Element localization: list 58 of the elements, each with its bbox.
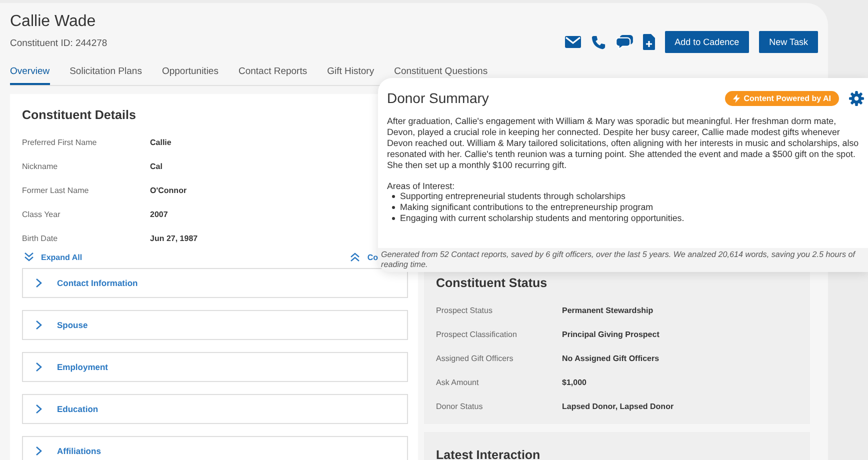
bullet-icon xyxy=(392,217,395,220)
field-label: Former Last Name xyxy=(22,186,90,194)
interest-item: Supporting entrepreneurial students through scholarships xyxy=(400,191,626,202)
field-value: Permanent Stewardship xyxy=(562,306,654,314)
field-value: O'Connor xyxy=(150,186,187,194)
add-document-icon[interactable] xyxy=(642,34,655,50)
double-chevron-down-icon xyxy=(24,252,34,262)
field-value: Callie xyxy=(150,138,172,146)
field-label: Class Year xyxy=(22,210,62,218)
field-value: Jun 27, 1987 xyxy=(150,234,198,242)
field-label: Ask Amount xyxy=(436,378,480,386)
accordion-section[interactable]: Education xyxy=(22,394,408,424)
field-value: 2007 xyxy=(150,210,168,218)
field-label: Prospect Classification xyxy=(436,330,518,338)
field-value: Principal Giving Prospect xyxy=(562,330,660,338)
phone-icon[interactable] xyxy=(590,34,606,50)
interest-item: Making significant contributions to the entrepreneurship program xyxy=(400,202,654,213)
summary-paragraph: After graduation, Callie's engagement with William & Mary was sporadic but meaningful. Her freshman dorm mate, Devon, played a crucial role in keeping her connected. Despite her busy career, Callie made modest gifts whenever Devon reached out. William & Mary tailored solicitations, often aligning with her interests in music and scholarships, also resonated with her. Callie's tenth reunion was a turning point. She attended the event and made a $500 gift on the spot. She then set up a monthly $100 recurring gift. xyxy=(387,116,860,171)
field-label: Nickname xyxy=(22,162,59,170)
accordion-section[interactable]: Contact Information xyxy=(22,268,408,298)
constituent-id: Constituent ID: 244278 xyxy=(10,38,108,49)
tab[interactable]: Contact Reports xyxy=(238,63,308,85)
field-label: Donor Status xyxy=(436,402,484,410)
bullet-icon xyxy=(392,206,395,209)
field-value: Lapsed Donor, Lapsed Donor xyxy=(562,402,674,410)
email-icon[interactable] xyxy=(564,36,581,48)
collapse-all-link[interactable]: Co xyxy=(367,252,378,262)
tab[interactable]: Opportunities xyxy=(162,63,218,85)
section-title: Constituent Status xyxy=(436,276,548,290)
constituent-name: Callie Wade xyxy=(10,13,97,31)
popup-title: Donor Summary xyxy=(387,90,490,106)
accordion-section[interactable]: Affiliations xyxy=(22,436,408,460)
double-chevron-up-icon xyxy=(350,252,360,262)
section-title: Latest Interaction xyxy=(436,448,540,460)
field-value: No Assigned Gift Officers xyxy=(562,354,660,362)
chat-icon[interactable] xyxy=(616,34,633,50)
accordion-section[interactable]: Spouse xyxy=(22,310,408,340)
expand-all-link[interactable]: Expand All xyxy=(41,252,82,262)
settings-icon[interactable] xyxy=(849,90,864,106)
field-label: Preferred First Name xyxy=(22,138,98,146)
add-to-cadence-button[interactable]: Add to Cadence xyxy=(664,31,750,53)
lightning-icon xyxy=(732,94,740,102)
bullet-icon xyxy=(392,195,395,198)
field-value: $1,000 xyxy=(562,378,586,386)
field-label: Prospect Status xyxy=(436,306,494,314)
field-label: Birth Date xyxy=(22,234,59,242)
interest-item: Engaging with current scholarship students and mentoring opportunities. xyxy=(400,213,684,224)
field-value: Cal xyxy=(150,162,162,170)
tab[interactable]: Overview xyxy=(10,63,50,85)
new-task-button[interactable]: New Task xyxy=(759,31,818,53)
tab[interactable]: Gift History xyxy=(327,63,374,85)
interests-heading: Areas of Interest: xyxy=(387,181,456,191)
tab[interactable]: Solicitation Plans xyxy=(70,63,142,85)
badge-text: Content Powered by AI xyxy=(744,94,831,102)
accordion-section[interactable]: Employment xyxy=(22,352,408,382)
section-title: Constituent Details xyxy=(22,108,136,122)
summary-footer: Generated from 52 Contact reports, saved by 6 gift officers, over the last 5 years. We analzed 20,614 words, saving you 2.5 hours of reading time. xyxy=(378,248,868,272)
field-label: Assigned Gift Officers xyxy=(436,354,514,362)
